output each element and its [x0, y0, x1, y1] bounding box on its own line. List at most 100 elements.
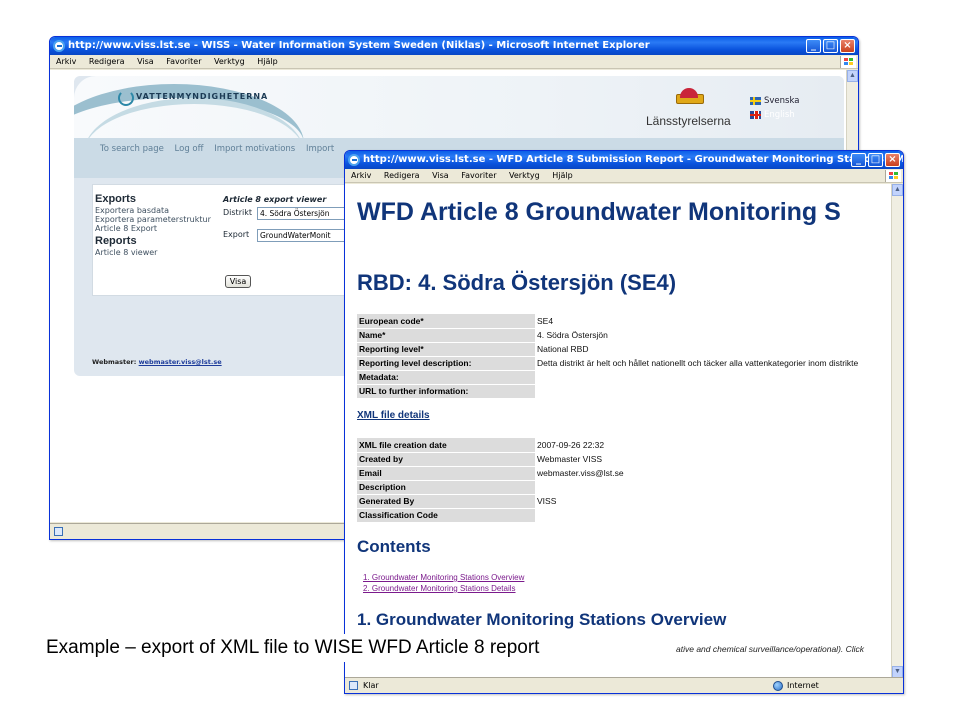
front-window-titlebar[interactable]: http://www.viss.lst.se - WFD Article 8 S… [345, 151, 903, 169]
menu-visa[interactable]: Visa [137, 57, 154, 66]
section-1-heading: 1. Groundwater Monitoring Stations Overv… [357, 610, 727, 629]
toc-link-overview[interactable]: 1. Groundwater Monitoring Stations Overv… [363, 573, 524, 582]
table-row: Reporting level description: Detta distri… [357, 356, 895, 371]
row-value: National RBD [535, 342, 895, 356]
row-value [535, 370, 895, 384]
minimize-button[interactable]: _ [851, 153, 866, 167]
table-row: Email webmaster.viss@lst.se [357, 466, 895, 481]
minimize-button[interactable]: _ [806, 39, 821, 53]
row-value: Webmaster VISS [535, 452, 895, 466]
table-row: Generated By VISS [357, 494, 895, 509]
row-key: Description [357, 480, 535, 495]
menu-arkiv[interactable]: Arkiv [351, 171, 371, 180]
language-english[interactable]: English [750, 110, 795, 120]
menu-visa[interactable]: Visa [432, 171, 449, 180]
menu-verktyg[interactable]: Verktyg [214, 57, 245, 66]
article-8-viewer-link[interactable]: Article 8 viewer [95, 248, 157, 257]
lansstyrelserna-logo: Länsstyrelserna [646, 114, 731, 128]
export-select[interactable]: GroundWaterMonit [257, 229, 357, 242]
row-key: Reporting level* [357, 342, 535, 357]
nav-log-off[interactable]: Log off [175, 144, 204, 154]
nav-import[interactable]: Import [306, 144, 334, 154]
page-status-icon [54, 527, 63, 536]
row-key: Generated By [357, 494, 535, 509]
exportera-basdata-link[interactable]: Exportera basdata [95, 206, 169, 215]
xml-file-details-link[interactable]: XML file details [357, 410, 430, 421]
front-menubar: Arkiv Redigera Visa Favoriter Verktyg Hj… [345, 169, 903, 183]
vattenmyndigheterna-logo-icon [118, 90, 134, 106]
export-label: Export [223, 230, 250, 239]
distrikt-select[interactable]: 4. Södra Östersjön [257, 207, 357, 220]
menu-verktyg[interactable]: Verktyg [509, 171, 540, 180]
xml-details-table: XML file creation date 2007-09-26 22:32 C… [357, 438, 895, 523]
language-svenska-label: Svenska [764, 96, 800, 106]
front-window-title: http://www.viss.lst.se - WFD Article 8 S… [363, 154, 903, 165]
menu-favoriter[interactable]: Favoriter [166, 57, 201, 66]
slide-caption: Example – export of XML file to WISE WFD… [46, 634, 554, 662]
toc-link-details[interactable]: 2. Groundwater Monitoring Stations Detai… [363, 584, 516, 593]
row-value: webmaster.viss@lst.se [535, 466, 895, 480]
front-vertical-scrollbar[interactable]: ▲ ▼ [891, 184, 903, 678]
row-value: VISS [535, 494, 895, 508]
status-text: Klar [363, 681, 379, 690]
maximize-button[interactable]: □ [868, 153, 883, 167]
page-status-icon [349, 681, 358, 690]
close-button[interactable]: × [885, 153, 900, 167]
menu-redigera[interactable]: Redigera [384, 171, 420, 180]
rbd-table: European code* SE4 Name* 4. Södra Östersjö… [357, 314, 895, 399]
webmaster-footer: Webmaster: webmaster.viss@lst.se [92, 358, 222, 366]
row-key: Reporting level description: [357, 356, 535, 371]
nav-to-search-page[interactable]: To search page [100, 144, 164, 154]
scroll-up-arrow-icon[interactable]: ▲ [847, 70, 858, 82]
front-statusbar: Klar Internet [345, 677, 903, 693]
vattenmyndigheterna-logo: VATTENMYNDIGHETERNA [136, 92, 269, 101]
row-value: SE4 [535, 314, 895, 328]
row-key: URL to further information: [357, 384, 535, 399]
table-row: XML file creation date 2007-09-26 22:32 [357, 438, 895, 453]
back-menubar: Arkiv Redigera Visa Favoriter Verktyg Hj… [50, 55, 858, 69]
row-value: 2007-09-26 22:32 [535, 438, 895, 452]
scroll-up-arrow-icon[interactable]: ▲ [892, 184, 903, 196]
table-row: European code* SE4 [357, 314, 895, 329]
article-8-export-link[interactable]: Article 8 Export [95, 224, 157, 233]
row-key: Name* [357, 328, 535, 343]
row-key: Created by [357, 452, 535, 467]
ie-icon [53, 40, 65, 52]
menu-favoriter[interactable]: Favoriter [461, 171, 496, 180]
nav-import-motivations[interactable]: Import motivations [214, 144, 295, 154]
crown-icon [676, 88, 704, 104]
rbd-heading: RBD: 4. Södra Östersjön (SE4) [357, 270, 677, 295]
table-row: URL to further information: [357, 384, 895, 399]
menu-arkiv[interactable]: Arkiv [56, 57, 76, 66]
exports-heading: Exports [95, 193, 136, 205]
language-english-label: English [764, 110, 795, 120]
row-value: Detta distrikt är helt och hållet nation… [535, 356, 895, 370]
menu-hjalp[interactable]: Hjälp [552, 171, 572, 180]
reports-heading: Reports [95, 235, 137, 247]
row-key: XML file creation date [357, 438, 535, 453]
distrikt-label: Distrikt [223, 208, 252, 217]
webmaster-email-link[interactable]: webmaster.viss@lst.se [139, 358, 222, 366]
front-browser-window: http://www.viss.lst.se - WFD Article 8 S… [344, 150, 904, 694]
swedish-flag-icon [750, 96, 761, 105]
maximize-button[interactable]: □ [823, 39, 838, 53]
back-window-titlebar[interactable]: http://www.viss.lst.se - WISS - Water In… [50, 37, 858, 55]
uk-flag-icon [750, 110, 761, 119]
row-key: Email [357, 466, 535, 481]
report-page-content: WFD Article 8 Groundwater Monitoring S R… [345, 184, 903, 678]
table-row: Name* 4. Södra Östersjön [357, 328, 895, 343]
row-value [535, 480, 895, 494]
menu-hjalp[interactable]: Hjälp [257, 57, 277, 66]
report-cut-text: ative and chemical surveillance/operatio… [676, 644, 865, 654]
close-button[interactable]: × [840, 39, 855, 53]
row-value: 4. Södra Östersjön [535, 328, 895, 342]
language-svenska[interactable]: Svenska [750, 96, 799, 106]
exportera-parameterstruktur-link[interactable]: Exportera parameterstruktur [95, 215, 211, 224]
visa-button[interactable]: Visa [225, 275, 251, 288]
export-viewer-title: Article 8 export viewer [223, 195, 327, 204]
menu-redigera[interactable]: Redigera [89, 57, 125, 66]
row-key: Metadata: [357, 370, 535, 385]
contents-heading: Contents [357, 537, 431, 556]
table-row: Reporting level* National RBD [357, 342, 895, 357]
windows-logo-icon [885, 170, 901, 182]
